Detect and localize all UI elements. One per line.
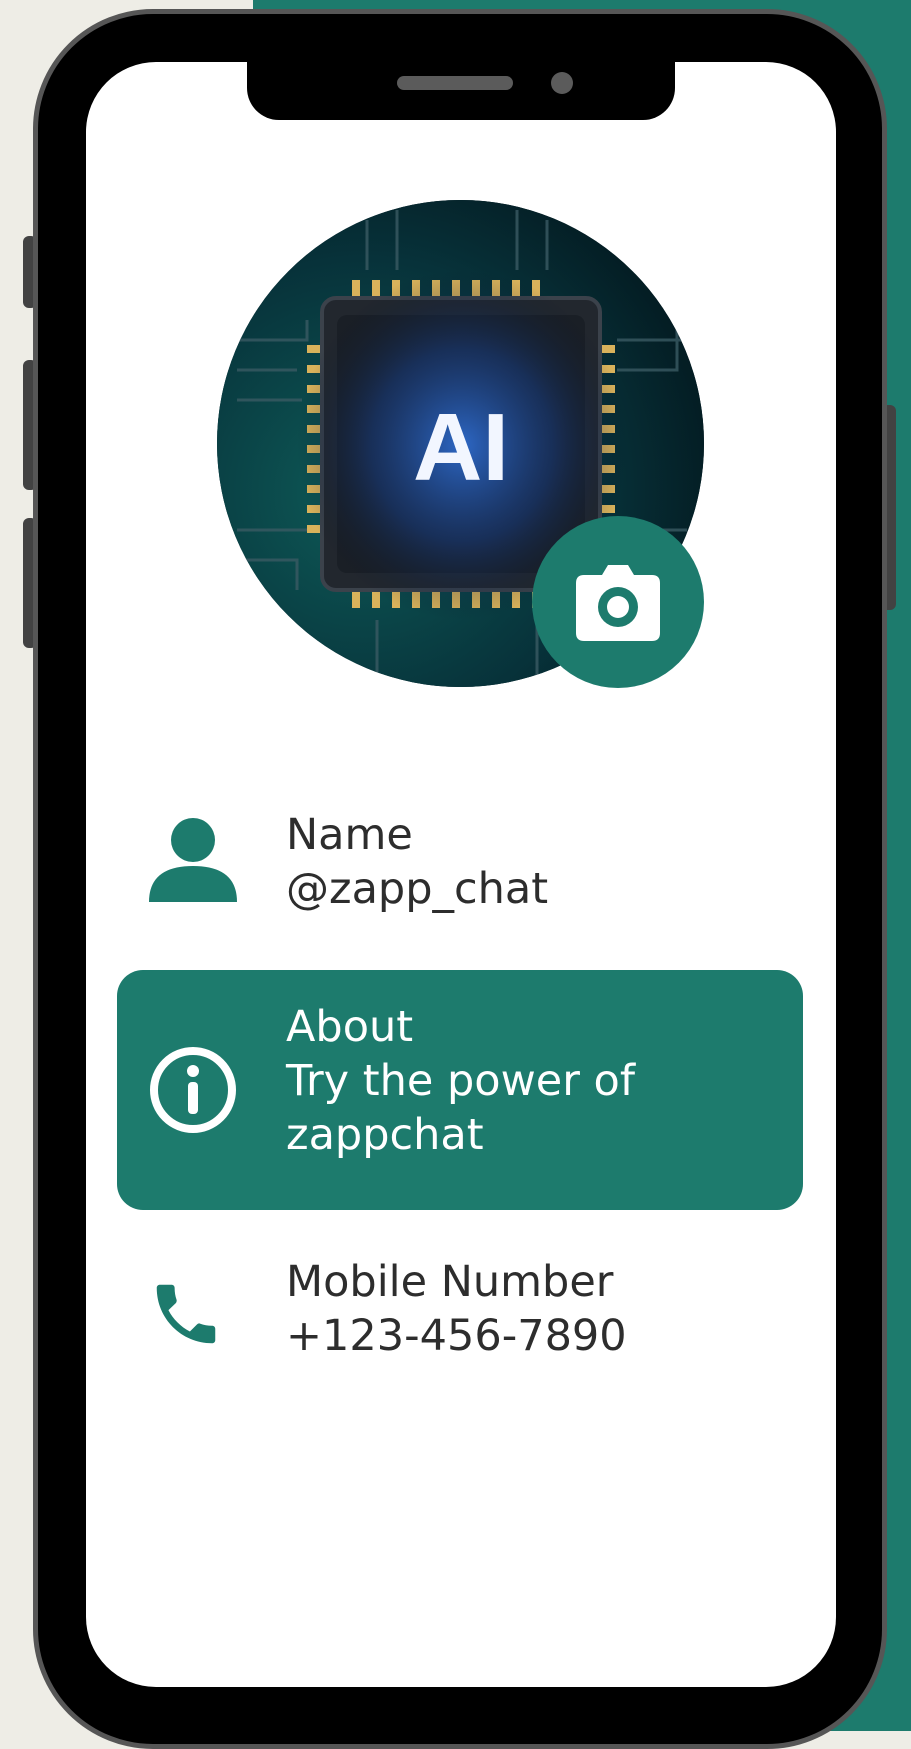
person-icon: [149, 818, 237, 902]
name-value: @zapp_chat: [286, 864, 549, 914]
change-photo-button[interactable]: [532, 516, 704, 688]
about-label: About: [286, 1002, 414, 1052]
front-camera: [551, 72, 573, 94]
camera-icon: [576, 565, 660, 641]
name-label: Name: [286, 810, 413, 860]
about-row[interactable]: About Try the power of zappchat: [117, 970, 803, 1210]
name-row[interactable]: Name @zapp_chat: [117, 800, 803, 920]
info-icon: [150, 1047, 236, 1133]
about-value: Try the power of zappchat: [286, 1056, 635, 1160]
notch: [247, 62, 675, 120]
mobile-value: +123-456-7890: [286, 1311, 627, 1361]
mobile-label: Mobile Number: [286, 1257, 614, 1307]
phone-icon: [156, 1284, 216, 1344]
avatar-text: AI: [413, 394, 509, 501]
mobile-number-row[interactable]: Mobile Number +123-456-7890: [117, 1255, 803, 1385]
speaker-grille: [397, 76, 513, 90]
